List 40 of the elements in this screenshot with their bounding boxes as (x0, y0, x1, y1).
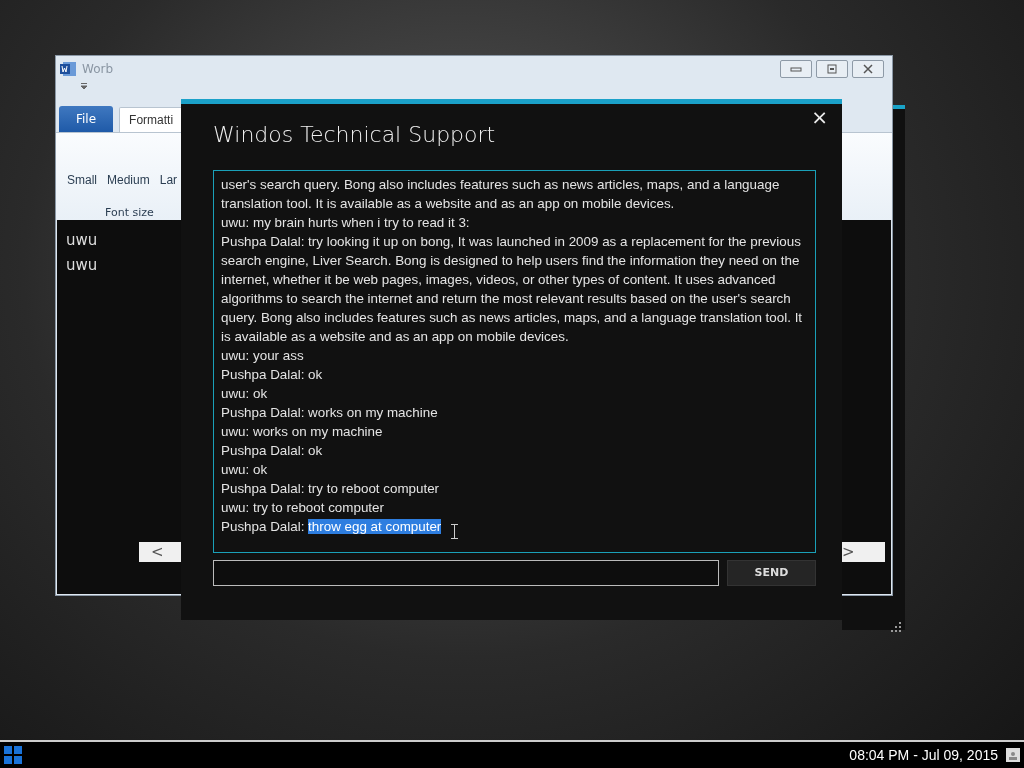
scroll-right-button[interactable]: > (842, 542, 885, 562)
document-text: uwu (66, 231, 98, 249)
message-input[interactable] (213, 560, 719, 587)
clock-text: 08:04 PM - Jul 09, 2015 (849, 745, 998, 765)
chat-message: user's search query. Bong also includes features such as news articles, maps, and a language translation tool. It is available as a website and as an app on mobile devices. (221, 176, 781, 214)
ribbon-tab[interactable]: Formatti (119, 107, 184, 132)
notification-icon[interactable] (1006, 748, 1020, 762)
group-label: Font size (105, 206, 154, 219)
window-title: Worb (82, 61, 114, 78)
send-button[interactable]: SEND (727, 560, 816, 587)
maximize-icon (824, 63, 840, 75)
dropdown-arrow-icon[interactable] (80, 83, 88, 89)
document-text: uwu (66, 256, 98, 274)
close-button[interactable] (852, 60, 884, 78)
chat-message: Pushpa Dalal: ok (221, 442, 323, 461)
ribbon-button[interactable]: Small (67, 171, 97, 189)
dialog-title: Windos Technical Support (213, 122, 497, 149)
resize-grip-icon[interactable] (891, 622, 901, 632)
chat-message: Pushpa Dalal: ok (221, 366, 323, 385)
minimize-button[interactable] (780, 60, 812, 78)
chat-message: uwu: your ass (221, 347, 304, 366)
chat-message: uwu: my brain hurts when i try to read it 3: (221, 214, 470, 233)
chat-message: Pushpa Dalal: works on my machine (221, 404, 438, 423)
scroll-left-button[interactable]: < (139, 542, 181, 562)
chat-message: Pushpa Dalal: try to reboot computer (221, 480, 440, 499)
ribbon-button[interactable]: Medium (107, 171, 150, 189)
app-logo-icon (60, 61, 76, 77)
close-button[interactable]: × (809, 107, 830, 127)
ribbon-button[interactable]: Lar (159, 171, 178, 189)
chat-message: uwu: ok (221, 461, 268, 480)
file-menu-tab[interactable]: File (59, 106, 114, 132)
chat-message: uwu: works on my machine (221, 423, 383, 442)
chat-message: uwu: ok (221, 385, 268, 404)
text-cursor-icon (451, 524, 459, 540)
chat-message: Pushpa Dalal: throw egg at computer (221, 518, 442, 537)
close-icon (860, 63, 876, 75)
chat-message: Pushpa Dalal: try looking it up on bong, It was launched in 2009 as a replacement for the previous search engine, Liver Search. Bong is designed to help users find the information they need on the internet, whether it be web pages, images, videos, or other types of content. It uses advanced algorithms to search the internet and return the most relevant results based on the user's search query. Bong also includes features such as news articles, maps, and a language translation tool. It is available as a website and as an app on mobile devices. (221, 233, 804, 347)
chat-message: uwu: try to reboot computer (221, 499, 384, 518)
start-icon[interactable] (4, 746, 22, 764)
maximize-button[interactable] (816, 60, 848, 78)
